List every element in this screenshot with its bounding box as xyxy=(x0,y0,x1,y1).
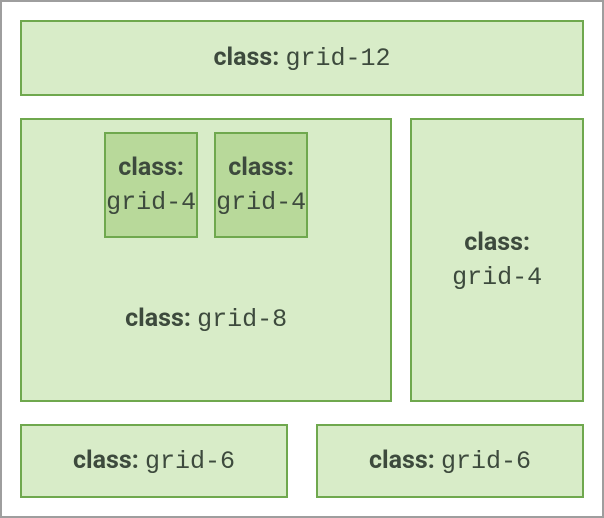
label-key: class: xyxy=(118,153,184,182)
label-value: grid-4 xyxy=(452,263,542,292)
label-value: grid-12 xyxy=(285,44,390,73)
label-value: grid-6 xyxy=(145,447,235,476)
grid-12-box: class: grid-12 xyxy=(20,20,584,96)
label-key: class: xyxy=(125,304,191,333)
label-value: grid-6 xyxy=(441,447,531,476)
label-value: grid-4 xyxy=(216,188,306,217)
grid-8-label: class: grid-8 xyxy=(125,302,287,337)
label-key: class: xyxy=(464,228,530,257)
grid-6-left-label: class: grid-6 xyxy=(73,444,235,479)
grid-6-right-label: class: grid-6 xyxy=(369,444,531,479)
grid-4-inner-left-label: class: grid-4 xyxy=(106,151,196,220)
label-key: class: xyxy=(214,43,280,72)
grid-4-inner-left: class: grid-4 xyxy=(104,132,198,238)
label-key: class: xyxy=(228,153,294,182)
label-value: grid-8 xyxy=(197,305,287,334)
grid-6-right-box: class: grid-6 xyxy=(316,424,584,498)
grid-diagram: class: grid-12 class: grid-4 class: grid… xyxy=(0,0,604,518)
grid-4-inner-right-label: class: grid-4 xyxy=(216,151,306,220)
grid-8-inner-row: class: grid-4 class: grid-4 xyxy=(104,132,308,238)
middle-row: class: grid-4 class: grid-4 class: grid-… xyxy=(20,118,584,402)
grid-8-box: class: grid-4 class: grid-4 class: grid-… xyxy=(20,118,392,402)
label-value: grid-4 xyxy=(106,188,196,217)
grid-4-side-label: class: grid-4 xyxy=(452,226,542,295)
label-key: class: xyxy=(73,446,139,475)
grid-6-left-box: class: grid-6 xyxy=(20,424,288,498)
bottom-row: class: grid-6 class: grid-6 xyxy=(20,424,584,498)
grid-4-inner-right: class: grid-4 xyxy=(214,132,308,238)
label-key: class: xyxy=(369,446,435,475)
grid-8-label-area: class: grid-8 xyxy=(125,238,287,400)
grid-12-label: class: grid-12 xyxy=(214,41,391,76)
grid-4-side-box: class: grid-4 xyxy=(410,118,584,402)
